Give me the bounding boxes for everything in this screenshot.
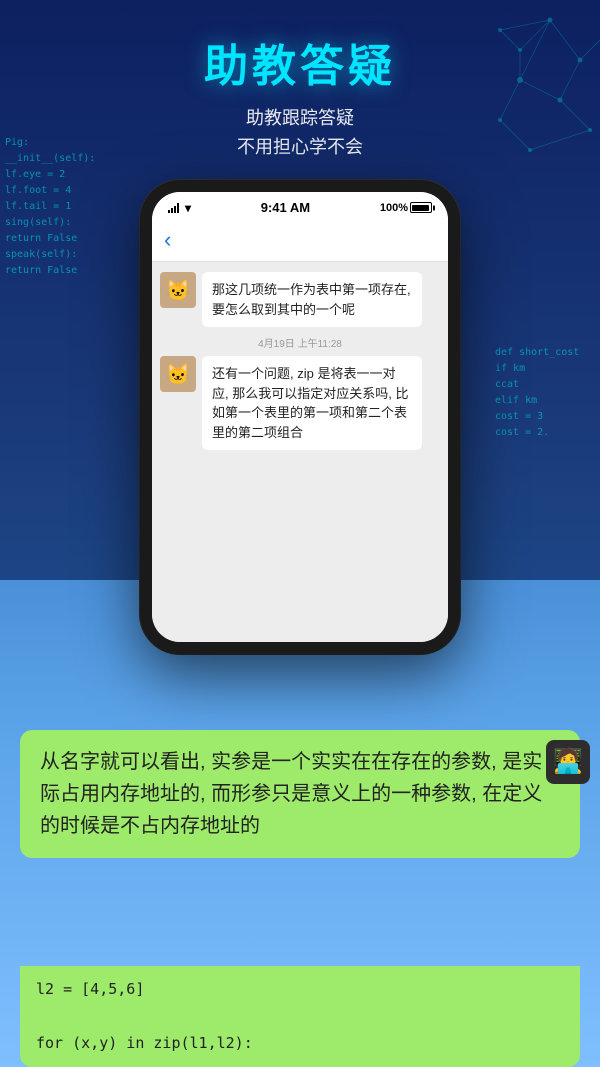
wifi-icon: ▾ — [185, 201, 191, 215]
subtitle: 助教跟踪答疑 不用担心学不会 — [0, 104, 600, 162]
floating-message-text: 从名字就可以看出, 实参是一个实实在在存在的参数, 是实际占用内存地址的, 而形… — [40, 751, 542, 837]
message-bubble-2: 还有一个问题, zip 是将表一一对应, 那么我可以指定对应关系吗, 比如第一个… — [202, 356, 422, 450]
battery-indicator: 100% — [380, 202, 432, 214]
message-row-2: 🐱 还有一个问题, zip 是将表一一对应, 那么我可以指定对应关系吗, 比如第… — [160, 356, 440, 450]
chat-timestamp: 4月19日 上午11:28 — [160, 335, 440, 350]
phone-outer: ▾ 9:41 AM 100% ‹ 🐱 那这几项统一作为表 — [140, 180, 460, 654]
chat-area: 🐱 那这几项统一作为表中第一项存在, 要怎么取到其中的一个呢 4月19日 上午1… — [152, 262, 448, 642]
chat-header: ‹ — [152, 219, 448, 262]
code-line-2 — [36, 1003, 564, 1030]
status-bar: ▾ 9:41 AM 100% — [152, 192, 448, 219]
signal-bars — [168, 203, 179, 213]
avatar-user-2: 🐱 — [160, 356, 196, 392]
title-section: 助教答疑 助教跟踪答疑 不用担心学不会 — [0, 30, 600, 162]
status-signal-wifi: ▾ — [168, 201, 191, 215]
code-snippet-bottom: l2 = [4,5,6] for (x,y) in zip(l1,l2): — [20, 966, 580, 1067]
status-time: 9:41 AM — [261, 200, 310, 215]
avatar-user-1: 🐱 — [160, 272, 196, 308]
code-line-3: for (x,y) in zip(l1,l2): — [36, 1030, 564, 1057]
message-row-1: 🐱 那这几项统一作为表中第一项存在, 要怎么取到其中的一个呢 — [160, 272, 440, 327]
floating-message-avatar: 🧑‍💻 — [546, 740, 590, 784]
main-title: 助教答疑 — [0, 30, 600, 94]
code-overlay-right: def short_cost if km ccat elif km cost =… — [490, 340, 600, 446]
code-line-1: l2 = [4,5,6] — [36, 976, 564, 1003]
battery-fill — [412, 205, 429, 211]
battery-body — [410, 202, 432, 213]
phone-mockup: ▾ 9:41 AM 100% ‹ 🐱 那这几项统一作为表 — [140, 180, 460, 654]
back-button[interactable]: ‹ — [164, 227, 171, 253]
message-bubble-1: 那这几项统一作为表中第一项存在, 要怎么取到其中的一个呢 — [202, 272, 422, 327]
phone-screen: ▾ 9:41 AM 100% ‹ 🐱 那这几项统一作为表 — [152, 192, 448, 642]
floating-message-bubble: 🧑‍💻 从名字就可以看出, 实参是一个实实在在存在的参数, 是实际占用内存地址的… — [20, 730, 580, 858]
